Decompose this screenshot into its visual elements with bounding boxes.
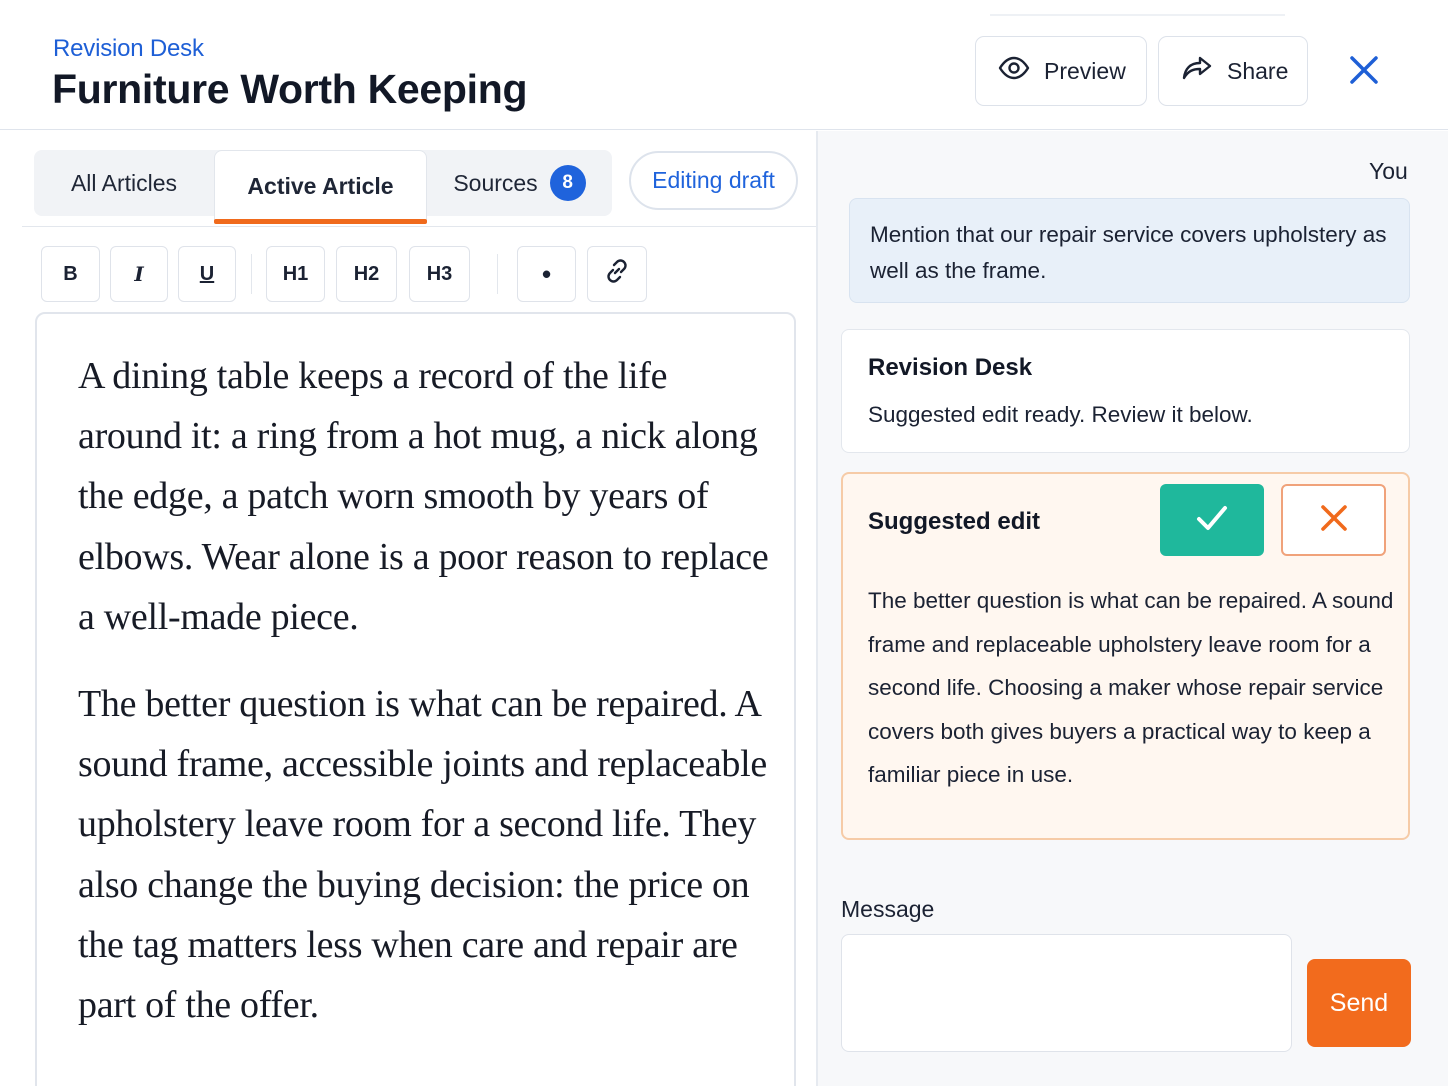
suggested-edit-title: Suggested edit — [868, 508, 1041, 535]
preview-label: Preview — [1044, 57, 1126, 84]
tab-active-article[interactable]: Active Article — [214, 150, 427, 222]
close-icon — [1349, 55, 1379, 90]
active-tab-indicator — [214, 219, 427, 224]
user-label: You — [1369, 158, 1408, 184]
heading-1-button[interactable]: H1 — [266, 246, 325, 302]
share-button[interactable]: Share — [1158, 36, 1308, 106]
italic-button[interactable]: I — [110, 246, 168, 302]
suggested-edit-card: Suggested edit The better question is wh… — [841, 472, 1410, 840]
insert-link-button[interactable] — [587, 246, 647, 302]
heading-2-button[interactable]: H2 — [336, 246, 397, 302]
heading-3-button[interactable]: H3 — [409, 246, 470, 302]
toolbar-separator — [497, 254, 498, 294]
share-label: Share — [1227, 57, 1289, 84]
bold-button[interactable]: B — [41, 246, 100, 302]
tabs-divider — [22, 226, 816, 227]
app-name: Revision Desk — [53, 35, 204, 62]
tab-all-articles[interactable]: All Articles — [34, 150, 214, 216]
app-header: Revision Desk Furniture Worth Keeping Pr… — [0, 0, 1448, 130]
share-arrow-icon — [1181, 52, 1213, 90]
article-paragraph[interactable]: The better question is what can be repai… — [78, 674, 778, 1035]
tab-sources-label: Sources — [453, 169, 538, 196]
send-button[interactable]: Send — [1307, 959, 1411, 1047]
accept-edit-button[interactable] — [1160, 484, 1264, 556]
assistant-message-card: Revision Desk Suggested edit ready. Revi… — [841, 329, 1410, 453]
user-message: Mention that our repair service covers u… — [849, 198, 1410, 303]
link-icon — [604, 258, 630, 290]
eye-icon — [998, 52, 1030, 90]
header-top-rule — [990, 14, 1285, 16]
check-icon — [1195, 503, 1229, 538]
article-editor[interactable]: A dining table keeps a record of the lif… — [35, 312, 796, 1086]
assistant-message: Suggested edit ready. Review it below. — [868, 402, 1253, 427]
x-icon — [1320, 504, 1348, 537]
message-input[interactable] — [841, 934, 1292, 1052]
toolbar-separator — [251, 254, 252, 294]
underline-button[interactable]: U — [178, 246, 236, 302]
bullet-list-button[interactable]: • — [517, 246, 576, 302]
sources-count-badge: 8 — [549, 165, 586, 201]
article-paragraph[interactable]: A dining table keeps a record of the lif… — [78, 346, 778, 647]
tab-sources[interactable]: Sources 8 — [427, 150, 612, 216]
page-title: Furniture Worth Keeping — [52, 66, 528, 112]
close-button[interactable] — [1340, 48, 1388, 96]
suggested-edit-text: The better question is what can be repai… — [868, 588, 1394, 787]
reject-edit-button[interactable] — [1281, 484, 1386, 556]
assistant-name: Revision Desk — [868, 354, 1033, 381]
message-label: Message — [841, 896, 935, 922]
preview-button[interactable]: Preview — [975, 36, 1147, 106]
editing-status-pill: Editing draft — [629, 151, 798, 210]
